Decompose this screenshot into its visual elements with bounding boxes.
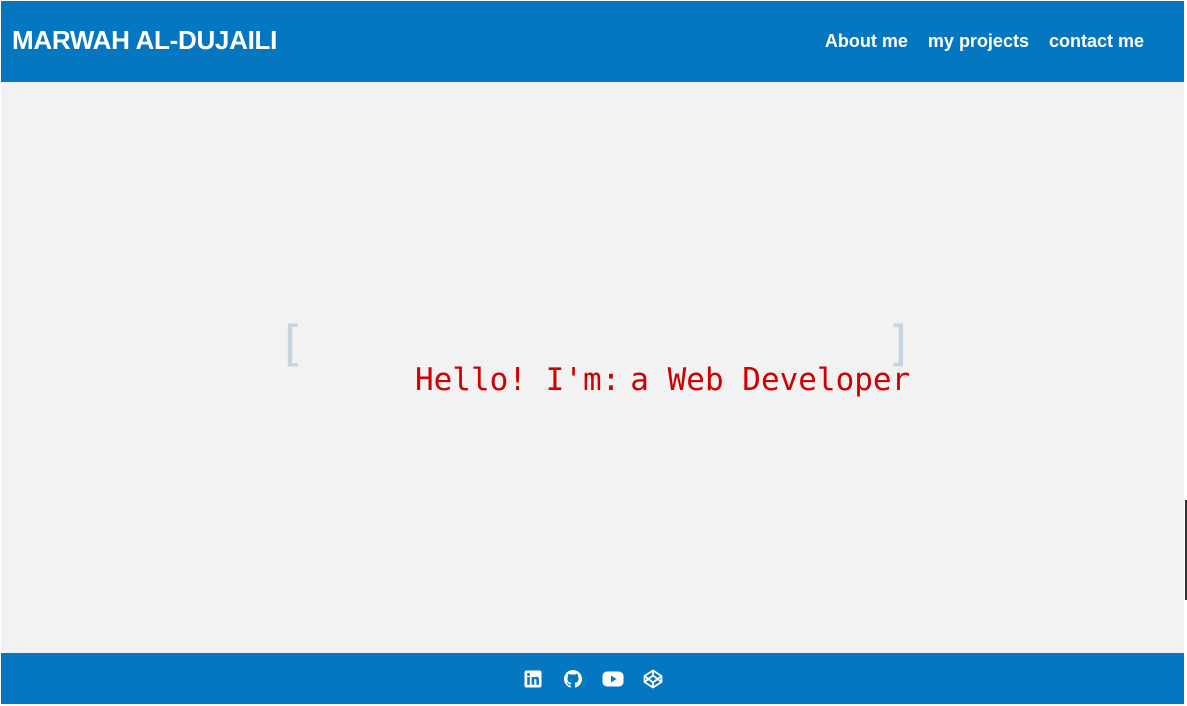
right-bracket: ] [885,316,914,372]
site-header: MARWAH AL-DUJAILI About me my projects c… [1,1,1184,82]
nav-about-me[interactable]: About me [825,31,908,52]
greeting-text: Hello! I'm: [414,362,621,398]
site-footer [1,653,1184,704]
typed-greeting: Hello! I'm: a Web Developer [303,326,910,434]
github-icon[interactable] [562,668,584,690]
codepen-icon[interactable] [642,668,664,690]
nav-contact-me[interactable]: contact me [1049,31,1144,52]
nav-my-projects[interactable]: my projects [928,31,1029,52]
site-brand[interactable]: MARWAH AL-DUJAILI [12,25,277,56]
left-bracket: [ [277,316,306,372]
youtube-icon[interactable] [602,668,624,690]
social-links [522,668,664,690]
linkedin-icon[interactable] [522,668,544,690]
main-nav: About me my projects contact me [825,31,1144,52]
role-text: a Web Developer [630,362,911,398]
page: MARWAH AL-DUJAILI About me my projects c… [1,1,1184,704]
hero-section: [ Hello! I'm: a Web Developer ] [1,82,1184,653]
